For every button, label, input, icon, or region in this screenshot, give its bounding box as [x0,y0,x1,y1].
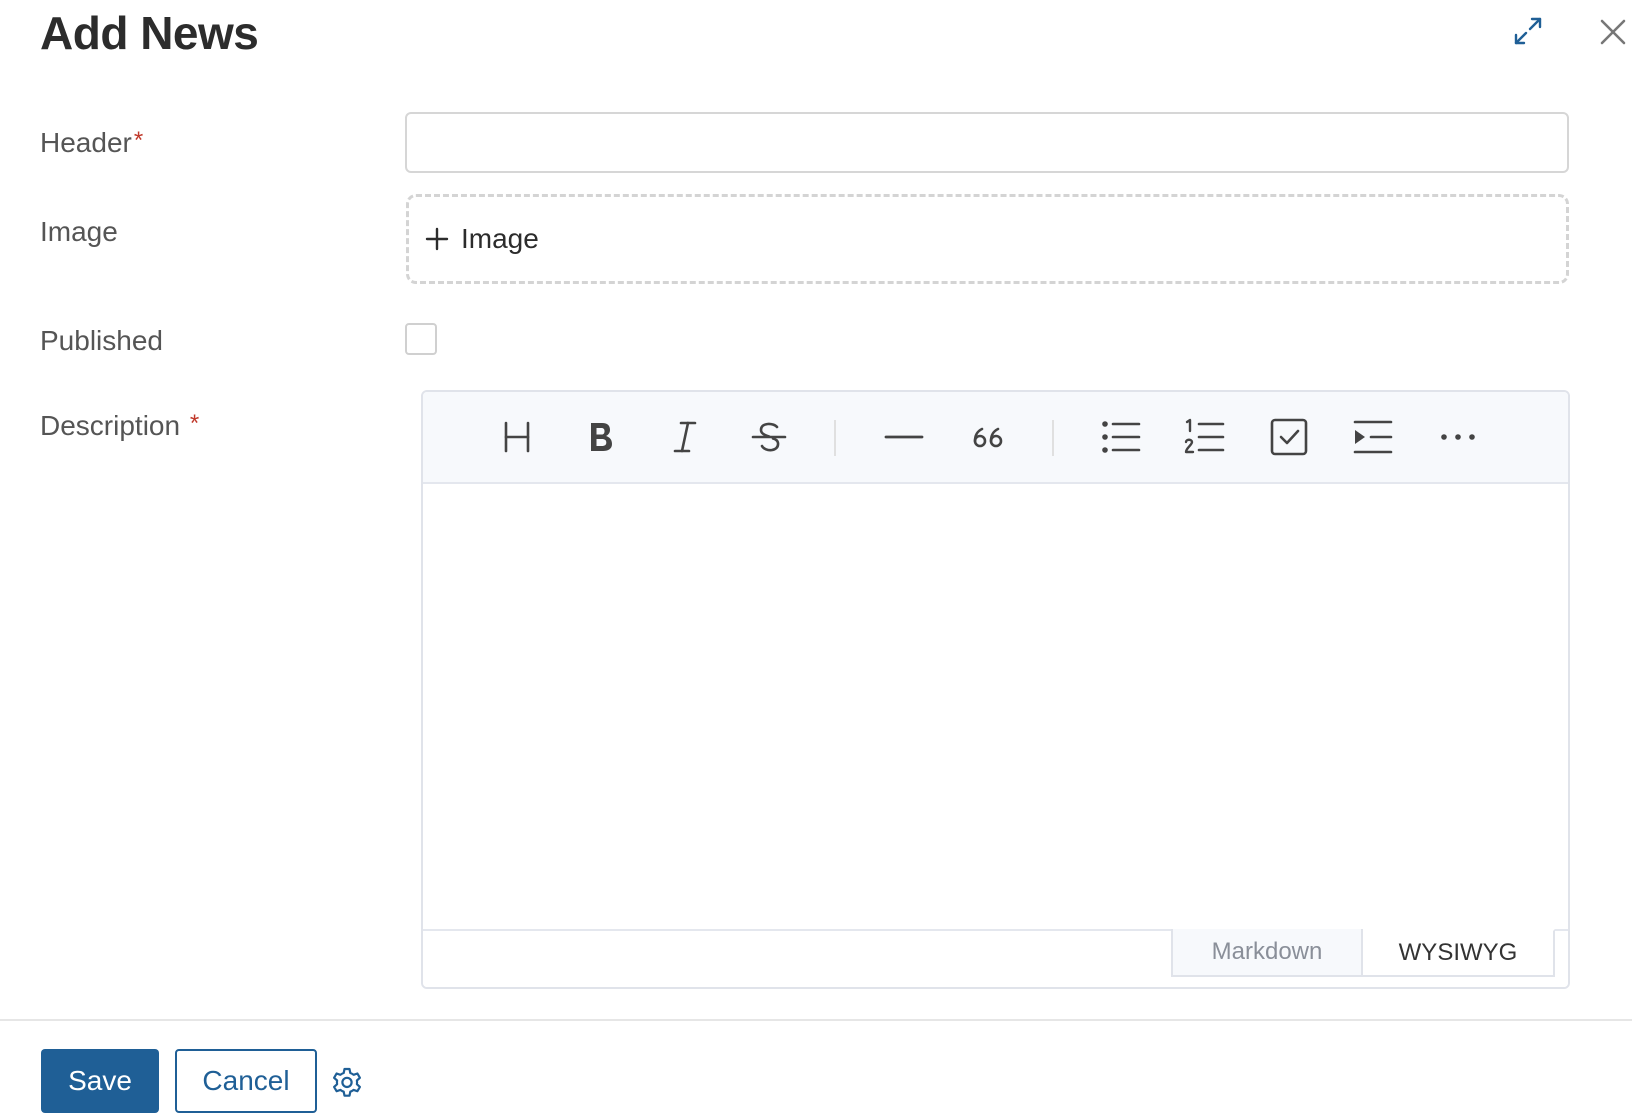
toolbar-separator [834,420,836,456]
heading-icon [504,421,530,453]
italic-icon [673,421,697,453]
editor-toolbar [423,392,1568,484]
header-label: Header* [40,127,144,158]
toolbar-separator [1052,420,1054,456]
editor-content-area[interactable] [423,484,1568,933]
bold-icon [591,423,612,451]
published-label: Published [40,325,163,356]
ordered-list-icon [1184,418,1225,454]
bold-button[interactable] [574,410,628,464]
plus-icon [425,227,449,251]
bullet-list-button[interactable] [1094,410,1148,464]
add-image-label: Image [461,223,539,254]
image-label: Image [40,216,118,247]
expand-icon[interactable] [1513,16,1543,46]
checkbox-task-icon [1270,418,1308,456]
strikethrough-button[interactable] [742,410,796,464]
more-button[interactable] [1431,410,1485,464]
more-icon [1441,434,1475,440]
ordered-list-button[interactable] [1178,410,1232,464]
bullet-list-icon [1102,421,1141,453]
markdown-tab[interactable]: Markdown [1171,929,1363,977]
description-label: Description * [40,410,200,441]
dialog-title: Add News [40,7,259,59]
gear-icon[interactable] [330,1065,364,1099]
editor-mode-switch: Markdown WYSIWYG [423,929,1568,987]
horizontal-rule-button[interactable] [877,410,931,464]
heading-button[interactable] [490,410,544,464]
italic-button[interactable] [658,410,712,464]
footer-divider [0,1019,1632,1021]
published-checkbox[interactable] [405,323,437,355]
save-button[interactable]: Save [41,1049,159,1113]
add-news-dialog: Add News Header* Image Image Published D… [0,0,1632,1119]
indent-icon [1353,420,1393,454]
header-input[interactable] [405,112,1569,173]
cancel-button[interactable]: Cancel [175,1049,317,1113]
required-mark: * [133,127,144,154]
wysiwyg-tab[interactable]: WYSIWYG [1363,929,1555,977]
add-image-button[interactable]: Image [406,194,1569,284]
horizontal-rule-icon [884,435,924,439]
strikethrough-icon [751,422,787,452]
description-editor: Markdown WYSIWYG [421,390,1570,989]
close-icon[interactable] [1599,18,1627,46]
required-mark: * [189,410,200,437]
quote-icon [973,427,1003,448]
indent-button[interactable] [1346,410,1400,464]
task-list-button[interactable] [1262,410,1316,464]
quote-button[interactable] [961,410,1015,464]
